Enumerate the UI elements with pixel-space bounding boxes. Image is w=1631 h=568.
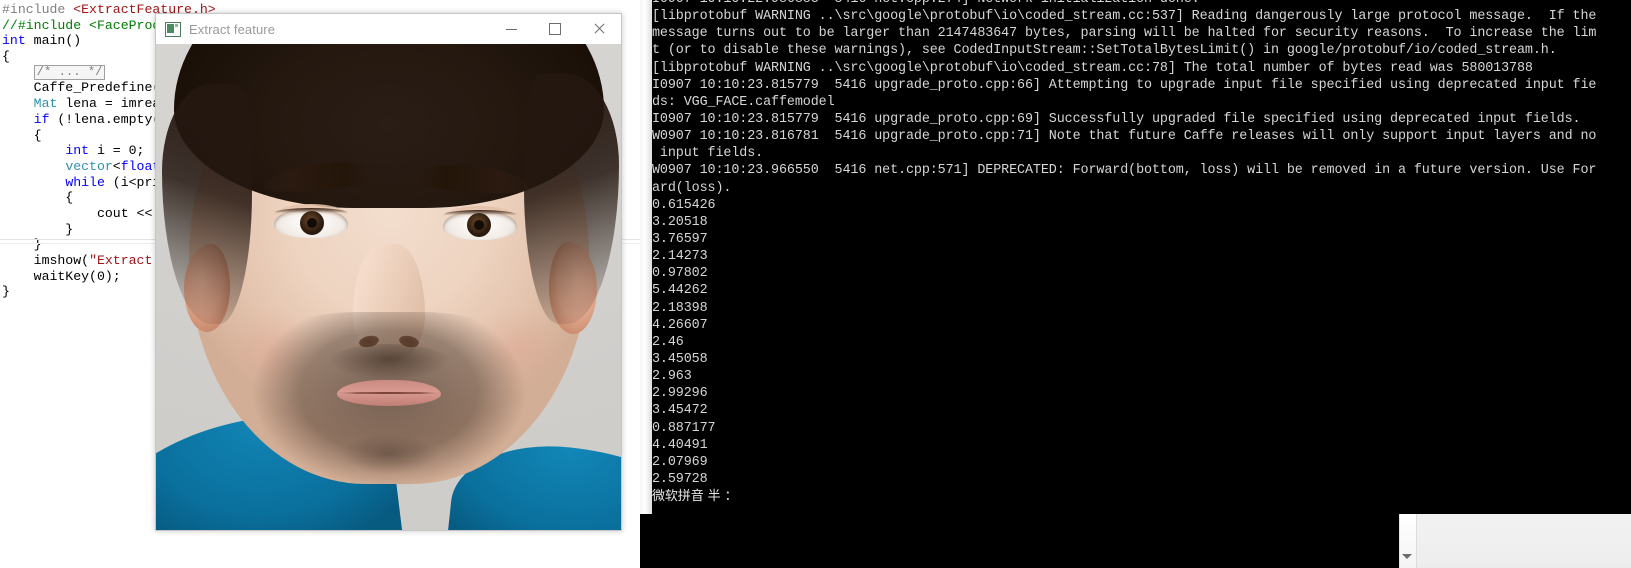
opencv-window-icon [165, 21, 181, 37]
code-token: } [2, 221, 74, 237]
console-line: [libprotobuf WARNING ..\src\google\proto… [652, 60, 1533, 76]
code-token: { [2, 49, 10, 65]
chevron-down-icon[interactable] [1402, 554, 1412, 559]
code-token: i = 0; [89, 143, 145, 159]
minimize-button[interactable] [489, 14, 533, 44]
console-line: 0.887177 [652, 420, 716, 436]
ime-status-line: 微软拼音 半 ： [652, 489, 738, 505]
console-line: input fields. [652, 146, 764, 162]
code-token: main() [25, 33, 82, 49]
console-line: I0907 10:10:23.815779 5416 upgrade_proto… [652, 111, 1581, 127]
console-scrollbar[interactable] [640, 0, 652, 514]
code-token: waitKey(0); [2, 268, 121, 284]
console-line: I0907 10:10:22.986883 5416 net.cpp:274] … [652, 0, 1631, 8]
close-button[interactable] [577, 14, 621, 44]
console-line: [libprotobuf WARNING ..\src\google\proto… [652, 9, 1597, 25]
console-line: I0907 10:10:23.815779 5416 upgrade_proto… [652, 77, 1597, 93]
console-line: 2.46 [652, 334, 684, 350]
console-line: 4.40491 [652, 437, 708, 453]
console-line: W0907 10:10:23.966550 5416 net.cpp:571] … [652, 163, 1597, 179]
bottom-console-area [640, 514, 1413, 568]
code-token: imshow( [2, 253, 90, 268]
console-line: 0.97802 [652, 266, 708, 282]
console-line: 3.45472 [652, 403, 708, 419]
console-line: 2.99296 [652, 386, 708, 402]
console-line: 5.44262 [652, 283, 708, 299]
bottom-panel [1413, 514, 1631, 568]
code-token: while [65, 174, 105, 190]
code-token: { [2, 190, 74, 206]
code-token: if [33, 111, 50, 127]
console-line: ds: VGG_FACE.caffemodel [652, 94, 835, 110]
console-line: ard(loss). [652, 180, 732, 196]
code-token: < [112, 158, 121, 174]
image-canvas [156, 44, 621, 530]
code-token: } [2, 284, 10, 300]
console-line: 3.45058 [652, 351, 708, 367]
collapsed-region-box[interactable]: /* ... */ [33, 64, 106, 80]
code-token: { [2, 127, 42, 143]
portrait-photo [156, 44, 621, 530]
window-controls [489, 14, 621, 44]
console-line: 4.26607 [652, 317, 708, 333]
console-line: 3.76597 [652, 231, 708, 247]
code-token: Caffe_Predefine(); [2, 80, 177, 96]
code-token: int [65, 143, 90, 159]
screen: #include <ExtractFeature.h>//#include <F… [0, 0, 1631, 568]
console-line: 2.14273 [652, 249, 708, 265]
extract-feature-window[interactable]: Extract feature [155, 13, 622, 531]
code-token: #include [2, 2, 74, 17]
console-output: I0907 10:10:22.986883 5416 net.cpp:274] … [652, 0, 1631, 505]
console-line: 2.07969 [652, 454, 708, 470]
window-title-bar[interactable]: Extract feature [156, 14, 621, 45]
console-line: 2.18398 [652, 300, 708, 316]
console-line: 3.20518 [652, 214, 708, 230]
code-token: Mat [33, 96, 58, 112]
console-window[interactable]: I0907 10:10:22.986883 5416 net.cpp:274] … [640, 0, 1631, 514]
console-line: message turns out to be larger than 2147… [652, 26, 1597, 42]
vertical-scrollbar[interactable] [1399, 514, 1417, 568]
maximize-button[interactable] [533, 14, 577, 44]
code-token: int [2, 33, 26, 49]
console-line: W0907 10:10:23.816781 5416 upgrade_proto… [652, 129, 1597, 145]
console-line: 0.615426 [652, 197, 716, 213]
console-line: t (or to disable these warnings), see Co… [652, 43, 1557, 59]
console-line: 2.963 [652, 369, 692, 385]
window-title-text: Extract feature [189, 21, 276, 37]
console-line: 2.59728 [652, 471, 708, 487]
code-token: vector [65, 158, 113, 174]
